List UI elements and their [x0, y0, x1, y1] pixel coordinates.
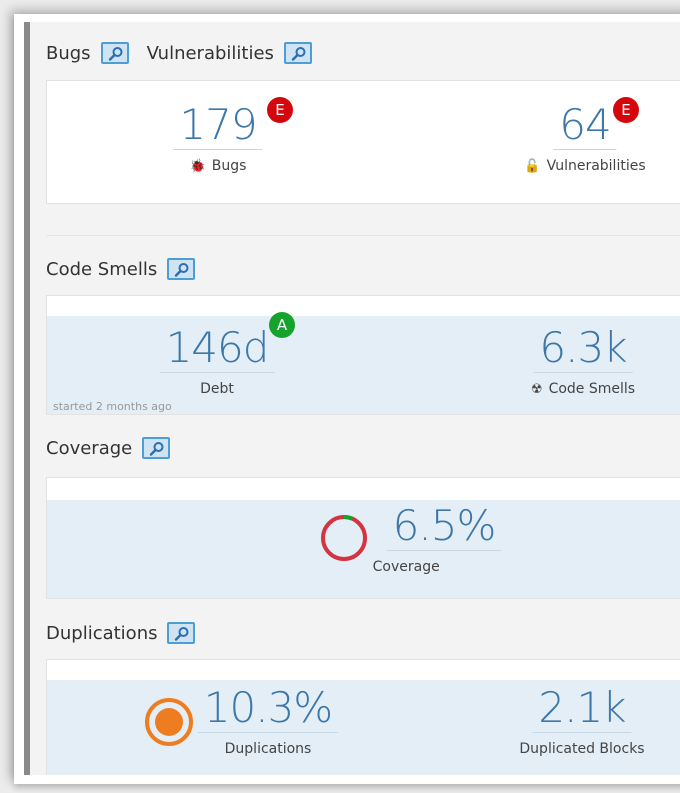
coverage-drilldown-button[interactable] [142, 437, 171, 459]
vulnerabilities-value[interactable]: 64 [553, 103, 617, 150]
bugs-label: 🐞 Bugs [189, 158, 247, 174]
bugs-title: Bugs [46, 42, 91, 64]
radiation-icon: ☢ [530, 382, 543, 397]
search-icon [291, 47, 306, 61]
coverage-donut[interactable] [319, 513, 369, 563]
measures-panel: Bugs Vulnerabilities 179 🐞 Bugs E 64 🔓 V… [24, 22, 680, 775]
duplications-header: Duplications [46, 622, 196, 644]
duplications-indicator[interactable] [143, 696, 195, 748]
duplicated-blocks-label: Duplicated Blocks [519, 741, 645, 757]
section-divider [46, 235, 680, 236]
debt-label: Debt [200, 381, 234, 397]
bugs-rating-badge[interactable]: E [267, 97, 293, 123]
code-smells-label: ☢ Code Smells [530, 381, 636, 397]
vulnerabilities-title: Vulnerabilities [146, 42, 274, 64]
code-smells-header: Code Smells [46, 258, 196, 280]
duplicated-blocks-value[interactable]: 2.1k [532, 686, 632, 733]
duplications-value[interactable]: 10.3% [197, 686, 339, 733]
code-smells-card: 146d Debt A started 2 months ago 6.3k ☢ C… [46, 295, 680, 415]
search-icon [175, 263, 189, 277]
coverage-label: Coverage [372, 559, 440, 575]
coverage-metric[interactable]: 6.5% Coverage [373, 504, 502, 575]
debt-metric[interactable]: 146d Debt [159, 326, 275, 397]
code-smells-drilldown-button[interactable] [167, 258, 196, 280]
duplications-card: 10.3% Duplications 2.1k Duplicated Block… [46, 659, 680, 775]
vulnerabilities-label: 🔓 Vulnerabilities [524, 158, 646, 174]
coverage-value[interactable]: 6.5% [386, 504, 502, 551]
code-smells-metric[interactable]: 6.3k ☢ Code Smells [530, 326, 636, 398]
coverage-uncovered-arc [321, 515, 367, 561]
duplications-drilldown-button[interactable] [167, 622, 196, 644]
bugs-metric[interactable]: 179 🐞 Bugs [173, 103, 263, 174]
reliability-header: Bugs Vulnerabilities [46, 42, 312, 64]
since-label: started 2 months ago [53, 400, 172, 413]
vulnerabilities-drilldown-button[interactable] [283, 42, 312, 64]
coverage-card: 6.5% Coverage [46, 477, 680, 599]
debt-value[interactable]: 146d [159, 326, 275, 373]
search-icon [175, 627, 189, 641]
bug-icon: 🐞 [189, 159, 206, 174]
reliability-card: 179 🐞 Bugs E 64 🔓 Vulnerabilities E [46, 80, 680, 204]
coverage-title: Coverage [46, 437, 133, 459]
code-smells-value[interactable]: 6.3k [533, 326, 633, 373]
duplications-metric[interactable]: 10.3% Duplications [197, 686, 339, 757]
bugs-drilldown-button[interactable] [100, 42, 129, 64]
duplications-title: Duplications [46, 622, 158, 644]
bugs-value[interactable]: 179 [173, 103, 263, 150]
vulnerabilities-rating-badge[interactable]: E [613, 97, 639, 123]
search-icon [150, 442, 164, 456]
duplicated-blocks-metric[interactable]: 2.1k Duplicated Blocks [519, 686, 645, 758]
coverage-header: Coverage [46, 437, 171, 459]
duplications-label: Duplications [224, 741, 312, 757]
code-smells-title: Code Smells [46, 258, 158, 280]
debt-rating-badge[interactable]: A [269, 312, 295, 338]
lock-icon: 🔓 [524, 159, 541, 174]
search-icon [108, 47, 123, 61]
